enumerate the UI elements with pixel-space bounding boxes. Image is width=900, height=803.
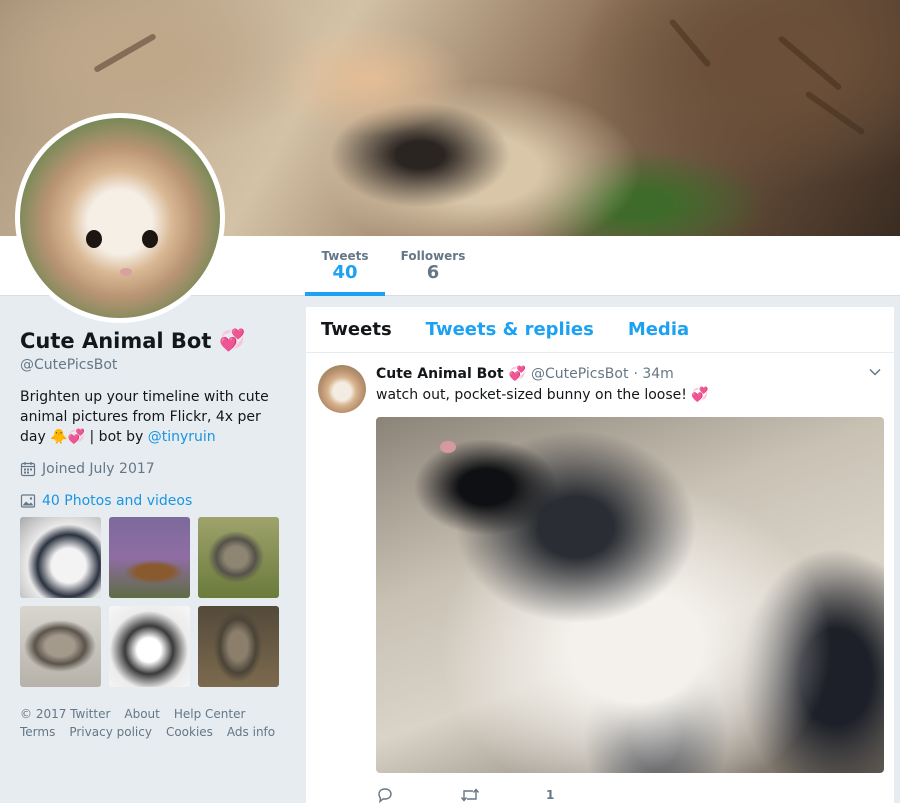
profile-joined: Joined July 2017 [20,461,290,477]
tweet-author-handle[interactable]: @CutePicsBot [531,366,628,382]
tweet-author-name[interactable]: Cute Animal Bot [376,366,504,382]
footer-link-privacy[interactable]: Privacy policy [69,725,152,739]
image-icon [20,494,36,508]
footer-link-ads-info[interactable]: Ads info [227,725,275,739]
nav-followers[interactable]: Followers 6 [395,236,471,296]
tab-tweets-and-replies[interactable]: Tweets & replies [426,319,594,340]
nav-followers-label: Followers [400,249,466,263]
chevron-down-icon[interactable] [868,365,882,379]
like-button[interactable]: 1 [546,788,554,802]
timeline: Tweets Tweets & replies Media Cute Anima… [306,307,894,803]
bio-mention-link[interactable]: @tinyruin [148,429,216,445]
profile-bio: Brighten up your timeline with cute anim… [20,387,282,447]
tweet-photo-bunny[interactable] [376,417,884,773]
sparkling-hearts-emoji: 💞 [219,328,246,352]
tab-tweets[interactable]: Tweets [321,319,392,340]
retweet-icon [460,788,480,802]
photo-thumbnail[interactable] [20,606,101,687]
profile-bio-text: Brighten up your timeline with cute anim… [20,389,269,445]
photo-grid [20,517,290,687]
hamster-avatar-image [20,118,220,318]
nav-tweets-count: 40 [332,262,358,283]
like-count: 1 [546,788,555,802]
nav-tweets-label: Tweets [321,249,369,263]
profile-name-text: Cute Animal Bot [20,328,212,353]
site-footer: © 2017 Twitter About Help Center Terms Priv… [20,705,282,741]
photo-thumbnail[interactable] [109,517,190,598]
photo-thumbnail[interactable] [198,517,279,598]
photos-and-videos-link[interactable]: 40 Photos and videos [20,493,290,509]
profile-avatar[interactable] [15,113,225,323]
footer-link-help-center[interactable]: Help Center [174,707,246,721]
tweet-actions: 1 [376,785,884,803]
reply-icon [378,788,392,803]
nav-followers-count: 6 [426,262,440,283]
tweet-name-emoji: 💞 [508,366,527,382]
photo-thumbnail[interactable] [198,606,279,687]
tweet-text: watch out, pocket-sized bunny on the loo… [376,387,709,403]
profile-card: Cute Animal Bot 💞 @CutePicsBot Brighten … [20,328,290,741]
joined-date: Joined July 2017 [42,461,155,477]
retweet-button[interactable] [460,787,486,803]
footer-link-about[interactable]: About [124,707,159,721]
footer-copyright: © 2017 Twitter [20,707,111,721]
tab-media[interactable]: Media [628,319,689,340]
nav-tweets[interactable]: Tweets 40 [305,236,385,296]
timeline-tabs: Tweets Tweets & replies Media [306,307,894,353]
profile-handle[interactable]: @CutePicsBot [20,357,290,373]
footer-link-terms[interactable]: Terms [20,725,55,739]
footer-link-cookies[interactable]: Cookies [166,725,213,739]
photo-thumbnail[interactable] [20,517,101,598]
photos-and-videos-label: 40 Photos and videos [42,493,193,509]
tweet-header: Cute Animal Bot 💞 @CutePicsBot · 34m [376,363,884,385]
tweet-timestamp[interactable]: · 34m [633,366,673,382]
profile-name[interactable]: Cute Animal Bot 💞 [20,328,290,353]
photo-thumbnail[interactable] [109,606,190,687]
reply-button[interactable] [376,787,400,803]
calendar-icon [20,462,36,477]
tweet[interactable]: Cute Animal Bot 💞 @CutePicsBot · 34m wat… [306,353,894,803]
tweet-avatar[interactable] [318,365,366,413]
